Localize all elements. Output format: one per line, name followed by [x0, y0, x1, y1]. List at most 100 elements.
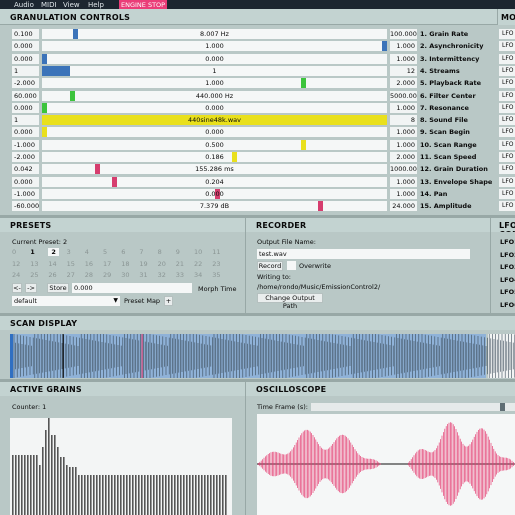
preset-slot[interactable]: 9	[176, 248, 180, 256]
scan-begin-low-input[interactable]: 0.000	[12, 127, 39, 137]
intermittency-high-input[interactable]: 1.000	[390, 54, 417, 64]
scan-speed-low-input[interactable]: -2.000	[12, 152, 39, 162]
preset-slot[interactable]: 20	[158, 260, 166, 268]
grain-rate-high-input[interactable]: 100.000	[390, 29, 417, 39]
envelope-shape-slider[interactable]: 0.204	[42, 177, 387, 187]
menu-audio[interactable]: Audio	[14, 1, 34, 9]
preset-slot[interactable]: 27	[67, 271, 75, 279]
preset-slot[interactable]: 32	[158, 271, 166, 279]
streams-low-input[interactable]: 1	[12, 66, 39, 76]
sound-file-low-input[interactable]: 1	[12, 115, 39, 125]
filter-center-low-input[interactable]: 60.000	[12, 91, 39, 101]
preset-slot[interactable]: 5	[103, 248, 107, 256]
preset-slot[interactable]: 12	[12, 260, 20, 268]
preset-slot[interactable]: 16	[85, 260, 93, 268]
filter-center-high-input[interactable]: 5000.00	[390, 91, 417, 101]
lfo-item[interactable]: LFO4	[500, 276, 515, 284]
preset-slot[interactable]: 0	[12, 248, 16, 256]
preset-slot[interactable]: 7	[139, 248, 143, 256]
preset-slot[interactable]: 3	[67, 248, 71, 256]
grain-duration-high-input[interactable]: 1000.00	[390, 164, 417, 174]
scan-range-high-input[interactable]: 1.000	[390, 140, 417, 150]
preset-slot[interactable]: 11	[212, 248, 220, 256]
time-frame-thumb[interactable]	[500, 403, 506, 411]
lfo-item[interactable]: LFO6	[500, 301, 515, 309]
preset-slot[interactable]: 23	[212, 260, 220, 268]
preset-slot[interactable]: 10	[194, 248, 202, 256]
streams-high-input[interactable]: 12	[390, 66, 417, 76]
preset-slot[interactable]: 31	[139, 271, 147, 279]
grain-duration-slider[interactable]: 155.286 ms	[42, 164, 387, 174]
preset-slot[interactable]: 24	[12, 271, 20, 279]
preset-slot[interactable]: 19	[139, 260, 147, 268]
preset-slot[interactable]: 15	[67, 260, 75, 268]
resonance-high-input[interactable]: 1.000	[390, 103, 417, 113]
preset-slot[interactable]: 25	[30, 271, 38, 279]
lfo-item[interactable]: LFO1	[500, 238, 515, 246]
scan-begin-lfo-select[interactable]: LFO	[499, 127, 515, 137]
preset-prev-button[interactable]: <-	[12, 283, 22, 293]
record-button[interactable]: Record	[257, 261, 283, 271]
lfo-item[interactable]: LFO3	[500, 263, 515, 271]
sound-file-high-input[interactable]: 8	[390, 115, 417, 125]
grain-rate-slider[interactable]: 8.007 Hz	[42, 29, 387, 39]
grain-rate-low-input[interactable]: 0.100	[12, 29, 39, 39]
intermittency-low-input[interactable]: 0.000	[12, 54, 39, 64]
preset-slot[interactable]: 30	[121, 271, 129, 279]
streams-lfo-select[interactable]: LFO	[499, 66, 515, 76]
grain-rate-lfo-select[interactable]: LFO	[499, 29, 515, 39]
change-output-path-button[interactable]: Change Output Path	[257, 293, 323, 310]
sound-file-slider[interactable]: 440sine48k.wav	[42, 115, 387, 125]
preset-slot[interactable]: 22	[194, 260, 202, 268]
scan-speed-slider[interactable]: 0.186	[42, 152, 387, 162]
intermittency-lfo-select[interactable]: LFO	[499, 54, 515, 64]
pan-lfo-select[interactable]: LFO	[499, 189, 515, 199]
playback-rate-slider[interactable]: 1.000	[42, 78, 387, 88]
scan-speed-high-input[interactable]: 2.000	[390, 152, 417, 162]
preset-slot[interactable]: 18	[121, 260, 129, 268]
streams-slider[interactable]: 1	[42, 66, 387, 76]
scan-begin-slider[interactable]: 0.000	[42, 127, 387, 137]
scan-waveform[interactable]	[10, 334, 515, 378]
playback-rate-high-input[interactable]: 2.000	[390, 78, 417, 88]
filter-center-slider[interactable]: 440.000 Hz	[42, 91, 387, 101]
envelope-shape-low-input[interactable]: 0.000	[12, 177, 39, 187]
preset-slot[interactable]: 14	[48, 260, 56, 268]
pan-low-input[interactable]: -1.000	[12, 189, 39, 199]
overwrite-checkbox[interactable]	[287, 261, 296, 270]
resonance-low-input[interactable]: 0.000	[12, 103, 39, 113]
menu-help[interactable]: Help	[88, 1, 104, 9]
preset-slot[interactable]: 4	[85, 248, 89, 256]
preset-slot[interactable]: 26	[48, 271, 56, 279]
preset-slot[interactable]: 13	[30, 260, 38, 268]
asynchronicity-high-input[interactable]: 1.000	[390, 41, 417, 51]
menu-view[interactable]: View	[63, 1, 80, 9]
scan-begin-high-input[interactable]: 1.000	[390, 127, 417, 137]
preset-slot[interactable]: 29	[103, 271, 111, 279]
preset-slot[interactable]: 6	[121, 248, 125, 256]
preset-slot[interactable]: 21	[176, 260, 184, 268]
asynchronicity-lfo-select[interactable]: LFO	[499, 41, 515, 51]
time-frame-slider[interactable]	[311, 403, 515, 411]
asynchronicity-low-input[interactable]: 0.000	[12, 41, 39, 51]
intermittency-slider[interactable]: 0.000	[42, 54, 387, 64]
output-file-input[interactable]: test.wav	[257, 249, 470, 259]
preset-select[interactable]: default ▼	[12, 296, 120, 306]
preset-map-label[interactable]: Preset Map	[124, 297, 160, 305]
store-preset-button[interactable]: Store	[47, 283, 69, 293]
scan-range-low-input[interactable]: -1.000	[12, 140, 39, 150]
filter-center-lfo-select[interactable]: LFO	[499, 91, 515, 101]
preset-slot[interactable]: 2	[48, 248, 59, 256]
scan-range-slider[interactable]: 0.500	[42, 140, 387, 150]
preset-slot[interactable]: 35	[212, 271, 220, 279]
pan-high-input[interactable]: 1.000	[390, 189, 417, 199]
preset-slot[interactable]: 33	[176, 271, 184, 279]
amplitude-low-input[interactable]: -60.000	[12, 201, 39, 211]
playback-rate-lfo-select[interactable]: LFO	[499, 78, 515, 88]
resonance-lfo-select[interactable]: LFO	[499, 103, 515, 113]
engine-stop-button[interactable]: ENGINE STOP	[119, 0, 168, 9]
lfo-item[interactable]: LFO2	[500, 251, 515, 259]
grain-duration-lfo-select[interactable]: LFO	[499, 164, 515, 174]
morph-time-input[interactable]: 0.000	[72, 283, 192, 293]
pan-slider[interactable]: 0.000	[42, 189, 387, 199]
